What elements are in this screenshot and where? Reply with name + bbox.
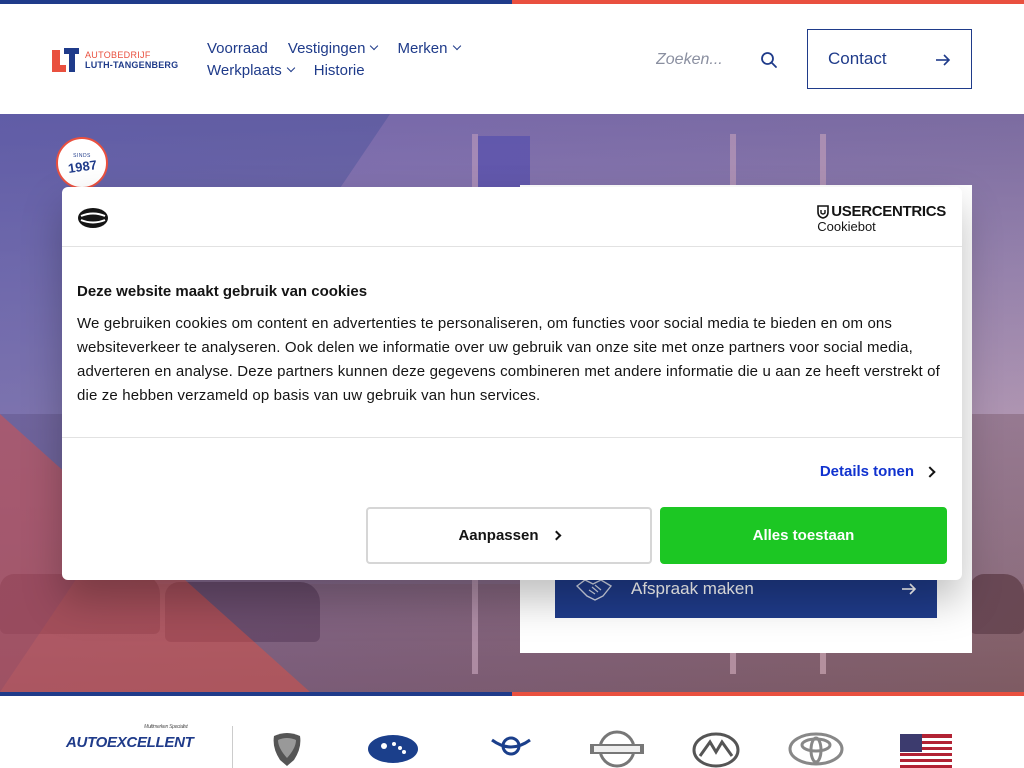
arrow-right-icon xyxy=(902,583,917,595)
chevron-right-icon xyxy=(551,530,561,541)
customize-label: Aanpassen xyxy=(458,527,539,544)
cookie-dialog-header: USERCENTRICS Cookiebot xyxy=(62,187,962,247)
search-icon[interactable] xyxy=(760,51,778,69)
cookie-text: We gebruiken cookies om content en adver… xyxy=(77,315,940,404)
chevron-down-icon xyxy=(370,41,379,51)
usercentrics-name: USERCENTRICS xyxy=(831,203,946,220)
contact-button[interactable]: Contact xyxy=(807,29,972,89)
search-box xyxy=(656,49,781,71)
chevron-down-icon xyxy=(452,41,461,51)
site-header: AUTOBEDRIJF LUTH-TANGENBERG Voorraad Ves… xyxy=(0,4,1024,114)
allow-all-button[interactable]: Alles toestaan xyxy=(660,507,947,564)
ram-logo-icon[interactable] xyxy=(268,730,306,768)
search-input[interactable] xyxy=(656,49,752,71)
logo-text: AUTOBEDRIJF LUTH-TANGENBERG xyxy=(85,50,178,70)
toyota-logo-icon[interactable] xyxy=(788,732,844,766)
allow-all-label: Alles toestaan xyxy=(752,527,855,544)
details-toggle-link[interactable]: Details tonen xyxy=(819,463,936,480)
site-logo[interactable]: AUTOBEDRIJF LUTH-TANGENBERG xyxy=(52,48,178,72)
main-nav: Voorraad Vestigingen Merken Werkplaats H… xyxy=(207,37,507,81)
cookie-title: Deze website maakt gebruik van cookies xyxy=(77,283,368,300)
nissan-logo-icon[interactable] xyxy=(588,730,646,768)
arrow-right-icon xyxy=(936,54,951,66)
nav-historie[interactable]: Historie xyxy=(314,62,365,79)
nav-merken[interactable]: Merken xyxy=(397,40,461,57)
brand-logos: AUTOEXCELLENT Multimerken Specialist xyxy=(0,696,1024,768)
since-1987-badge: SINDS 1987 xyxy=(56,137,108,189)
mazda-logo-icon[interactable] xyxy=(692,732,740,768)
nav-vestigingen[interactable]: Vestigingen xyxy=(288,40,379,57)
logo-mark-icon xyxy=(52,48,79,72)
afspraak-label: Afspraak maken xyxy=(631,579,754,598)
contact-label: Contact xyxy=(828,49,887,68)
customize-button[interactable]: Aanpassen xyxy=(366,507,652,564)
cookiebot-logo-icon xyxy=(78,208,108,228)
us-flag-icon[interactable] xyxy=(900,734,952,768)
nav-voorraad[interactable]: Voorraad xyxy=(207,40,268,57)
subaru-logo-icon[interactable] xyxy=(366,734,420,764)
ssangyong-logo-icon[interactable] xyxy=(488,732,534,764)
shield-icon xyxy=(817,204,830,219)
chevron-down-icon xyxy=(286,63,296,73)
chevron-right-icon xyxy=(924,465,936,478)
details-label: Details tonen xyxy=(819,463,914,480)
usercentrics-brand[interactable]: USERCENTRICS Cookiebot xyxy=(817,203,946,234)
nav-werkplaats[interactable]: Werkplaats xyxy=(207,62,296,79)
cookie-consent-dialog: USERCENTRICS Cookiebot Deze website maak… xyxy=(62,187,962,580)
logo-line-2: LUTH-TANGENBERG xyxy=(85,60,179,70)
brand-divider xyxy=(232,726,233,768)
autoexcellent-logo[interactable]: AUTOEXCELLENT Multimerken Specialist xyxy=(66,724,194,751)
cookiebot-name: Cookiebot xyxy=(817,219,876,234)
badge-year: 1987 xyxy=(66,156,98,176)
cookie-divider xyxy=(62,437,962,438)
logo-line-1: AUTOBEDRIJF xyxy=(85,50,151,60)
